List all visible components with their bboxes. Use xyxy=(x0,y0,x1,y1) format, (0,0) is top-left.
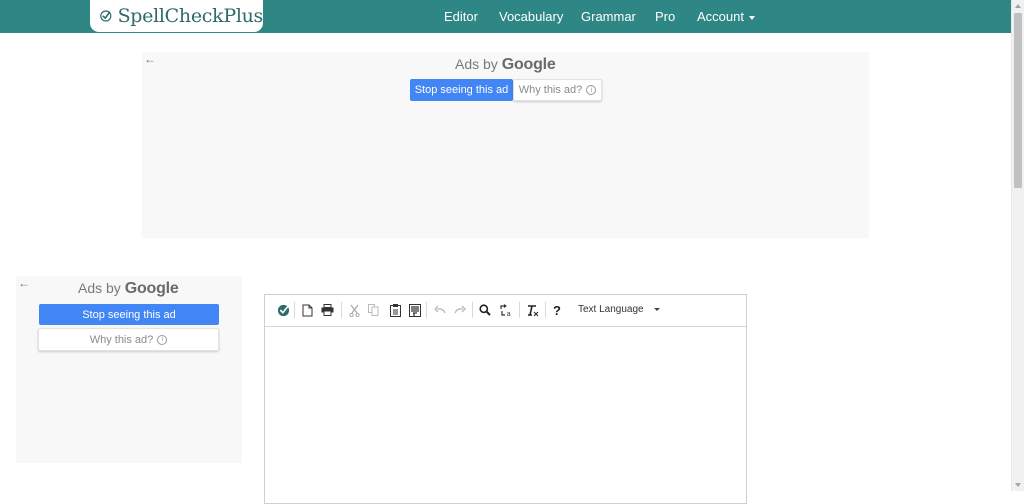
stop-seeing-ad-label: Stop seeing this ad xyxy=(82,308,176,321)
new-document-icon[interactable] xyxy=(300,303,314,317)
scroll-down-arrow-icon[interactable] xyxy=(1015,483,1021,487)
redo-icon[interactable] xyxy=(453,303,467,317)
toolbar-separator xyxy=(426,302,427,318)
why-this-ad-button[interactable]: Why this ad? i xyxy=(38,328,219,351)
check-circle-icon xyxy=(100,10,112,22)
help-icon[interactable]: ? xyxy=(550,303,564,318)
why-this-ad-button[interactable]: Why this ad? i xyxy=(513,79,602,101)
toolbar-separator xyxy=(341,302,342,318)
top-navbar: SpellCheckPlus Editor Vocabulary Grammar… xyxy=(0,0,1011,33)
ad-sidebar-left: ← Ads by Google Stop seeing this ad Why … xyxy=(16,276,242,463)
print-icon[interactable] xyxy=(320,303,334,317)
paste-icon[interactable] xyxy=(388,303,402,317)
svg-text:a: a xyxy=(506,310,510,317)
nav-grammar[interactable]: Grammar xyxy=(581,9,636,24)
nav-editor[interactable]: Editor xyxy=(444,9,478,24)
cut-icon[interactable] xyxy=(347,303,361,317)
copy-icon[interactable] xyxy=(366,303,380,317)
scroll-thumb[interactable] xyxy=(1014,13,1022,188)
why-this-ad-label: Why this ad? xyxy=(89,333,154,346)
ads-by-google-label: Ads by Google xyxy=(455,56,556,74)
nav-account[interactable]: Account xyxy=(697,9,755,24)
spellcheck-icon[interactable] xyxy=(276,303,290,317)
caret-down-icon xyxy=(653,307,660,311)
text-language-label: Text Language xyxy=(578,304,644,315)
info-icon: i xyxy=(586,85,597,95)
nav-vocabulary[interactable]: Vocabulary xyxy=(499,9,563,24)
scroll-up-arrow-icon[interactable] xyxy=(1015,4,1021,8)
google-wordmark: Google xyxy=(501,56,556,73)
why-this-ad-label: Why this ad? xyxy=(518,84,583,96)
ads-by-prefix: Ads by xyxy=(455,56,498,72)
brand-logo[interactable]: SpellCheckPlus xyxy=(90,0,263,32)
text-editor: a ? Text Language xyxy=(264,294,747,504)
text-language-dropdown[interactable]: Text Language xyxy=(578,304,660,315)
info-icon: i xyxy=(157,334,168,345)
ads-by-google-label: Ads by Google xyxy=(78,280,179,298)
nav-account-label: Account xyxy=(697,9,744,24)
editor-text-area[interactable] xyxy=(265,327,746,503)
ad-banner-top: ← Ads by Google Stop seeing this ad Why … xyxy=(142,52,869,238)
undo-icon[interactable] xyxy=(433,303,447,317)
toolbar-separator xyxy=(545,302,546,318)
toolbar-separator xyxy=(519,302,520,318)
remove-format-icon[interactable] xyxy=(525,303,539,317)
toolbar-separator xyxy=(472,302,473,318)
stop-seeing-ad-button[interactable]: Stop seeing this ad xyxy=(410,79,513,101)
nav-pro[interactable]: Pro xyxy=(655,9,675,24)
stop-seeing-ad-label: Stop seeing this ad xyxy=(414,84,509,96)
brand-name: SpellCheckPlus xyxy=(117,5,264,27)
caret-down-icon xyxy=(748,15,755,20)
paste-as-text-icon[interactable] xyxy=(408,303,422,317)
ad-back-arrow-icon[interactable]: ← xyxy=(18,276,30,290)
page-scrollbar[interactable] xyxy=(1011,0,1024,491)
toolbar-separator xyxy=(294,302,295,318)
ads-by-prefix: Ads by xyxy=(78,280,121,296)
editor-toolbar: a ? Text Language xyxy=(265,295,746,327)
google-wordmark: Google xyxy=(124,280,179,297)
search-icon[interactable] xyxy=(478,303,492,317)
stop-seeing-ad-button[interactable]: Stop seeing this ad xyxy=(39,304,219,325)
find-replace-icon[interactable]: a xyxy=(499,303,513,317)
ad-back-arrow-icon[interactable]: ← xyxy=(144,52,156,66)
